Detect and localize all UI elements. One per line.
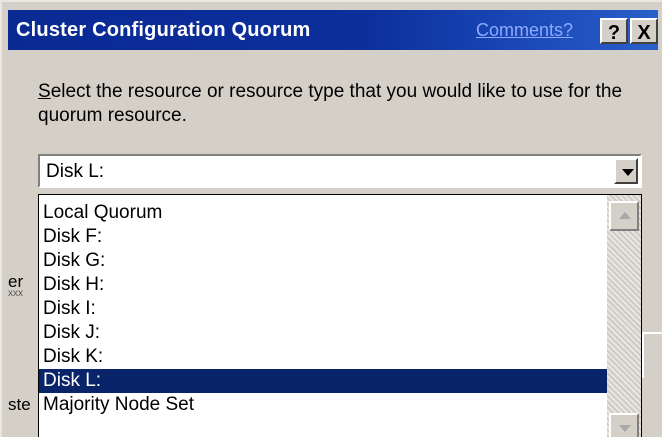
combobox-dropdown-button[interactable] <box>614 158 638 184</box>
quorum-dropdown-list[interactable]: Local Quorum Disk F: Disk G: Disk H: Dis… <box>38 194 642 437</box>
list-item[interactable]: Local Quorum <box>39 201 607 225</box>
accelerator-key: S <box>38 81 51 102</box>
list-item[interactable]: Disk I: <box>39 297 607 321</box>
chevron-down-icon <box>622 169 634 176</box>
hidden-label-fragment: ste <box>8 395 31 414</box>
quorum-resource-combobox[interactable]: Disk L: <box>38 154 642 188</box>
dialog-title: Cluster Configuration Quorum <box>16 19 311 41</box>
hidden-label-fragment: xxx <box>8 288 23 299</box>
chevron-up-icon <box>619 212 631 219</box>
instruction-body: elect the resource or resource type that… <box>38 81 623 126</box>
chevron-down-icon <box>619 425 631 432</box>
list-item[interactable]: Disk G: <box>39 249 607 273</box>
list-item-selected[interactable]: Disk L: <box>39 369 607 393</box>
list-item[interactable]: Disk F: <box>39 225 607 249</box>
list-item[interactable]: Disk K: <box>39 345 607 369</box>
scroll-up-button[interactable] <box>609 201 639 231</box>
list-item[interactable]: Disk J: <box>39 321 607 345</box>
help-button[interactable]: ? <box>600 18 628 44</box>
title-bar[interactable]: Cluster Configuration Quorum Comments? ?… <box>8 10 658 50</box>
quorum-dialog: Cluster Configuration Quorum Comments? ?… <box>0 0 662 437</box>
list-item[interactable]: Majority Node Set <box>39 393 607 417</box>
scroll-down-button[interactable] <box>609 413 639 437</box>
list-scrollbar[interactable] <box>607 195 641 437</box>
list-item[interactable]: Disk H: <box>39 273 607 297</box>
close-button[interactable]: X <box>630 18 658 44</box>
comments-link[interactable]: Comments? <box>476 20 573 41</box>
instruction-text: Select the resource or resource type tha… <box>38 80 628 128</box>
hidden-button-fragment <box>642 332 662 378</box>
combobox-value: Disk L: <box>46 161 105 182</box>
